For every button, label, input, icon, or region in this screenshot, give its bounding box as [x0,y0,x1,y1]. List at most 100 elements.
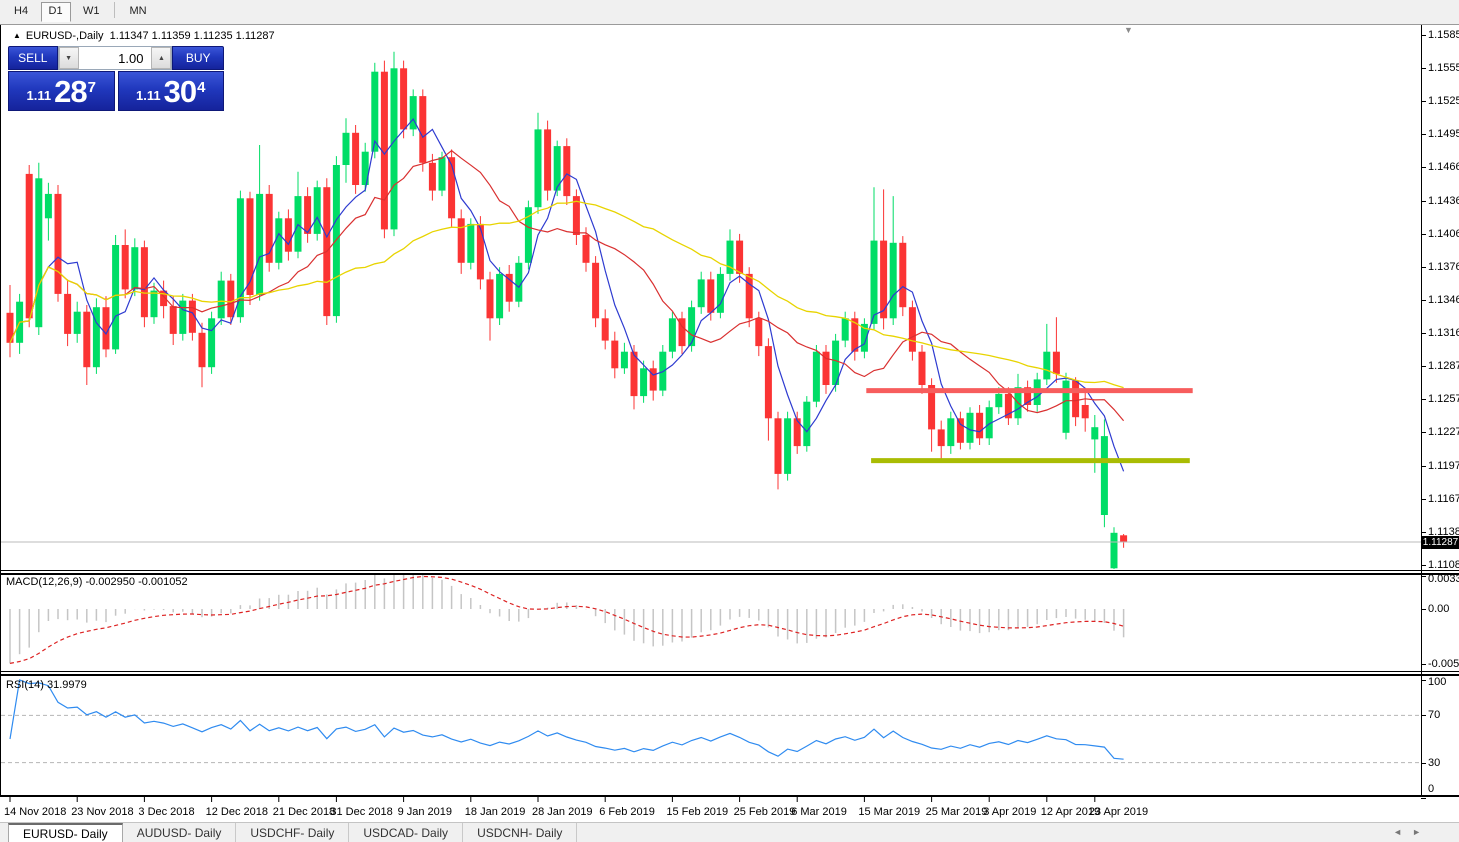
axis-label: 0.00 [1428,603,1449,615]
date-label: 25 Mar 2019 [926,806,988,818]
axis-label: 70 [1428,709,1440,721]
axis-tick [1421,35,1426,36]
bid-price-tag: 1.11287 [1422,536,1459,549]
rsi-indicator-label: RSI(14) 31.9979 [6,679,87,691]
axis-tick [1421,664,1426,665]
sell-price-button[interactable]: 1.11 28 7 [8,71,115,111]
date-label: 9 Jan 2019 [398,806,452,818]
axis-label: 1.11080 [1428,559,1459,571]
axis-tick [1421,466,1426,467]
axis-label: 100 [1428,676,1446,688]
axis-tick [1421,565,1426,566]
axis-label: 0.003383 [1428,573,1459,585]
symbol-tab-eurusd[interactable]: EURUSD- Daily [8,823,123,842]
axis-tick [1421,234,1426,235]
date-label: 14 Nov 2018 [4,806,66,818]
date-label: 31 Dec 2018 [330,806,392,818]
axis-label: 1.14955 [1428,128,1459,140]
chart-title: ▲EURUSD-,Daily 1.11347 1.11359 1.11235 1… [13,30,275,42]
date-label: 15 Feb 2019 [666,806,728,818]
axis-label: 1.14360 [1428,195,1459,207]
rsi-line [10,680,1124,759]
axis-label: 1.13765 [1428,261,1459,273]
date-label: 18 Jan 2019 [465,806,526,818]
axis-tick [1421,267,1426,268]
axis-tick [1421,167,1426,168]
sell-price-pips: 28 [54,77,86,107]
axis-tick [1421,499,1426,500]
axis-label: 1.14060 [1428,228,1459,240]
axis-tick [1421,798,1426,799]
symbol-tab-audusd[interactable]: AUDUSD- Daily [123,823,237,842]
macd-pane-top-border[interactable] [0,573,1459,575]
axis-tick [1421,68,1426,69]
macd-histogram [10,575,1124,663]
price-chart[interactable] [0,0,1459,842]
symbol-tab-bar: EURUSD- Daily AUDUSD- Daily USDCHF- Dail… [0,822,1459,842]
collapse-triangle-icon[interactable]: ▲ [13,31,21,40]
axis-label: 1.12570 [1428,393,1459,405]
macd-indicator-label: MACD(12,26,9) -0.002950 -0.001052 [6,576,188,588]
axis-tick [1421,333,1426,334]
axis-tick [1421,399,1426,400]
macd-signal-line [10,577,1124,664]
lot-size-input[interactable]: 1.00 [79,47,152,69]
axis-label: 30 [1428,757,1440,769]
lot-increase-button[interactable]: ▲ [151,47,171,69]
axis-label: 1.15850 [1428,29,1459,41]
axis-tick [1421,532,1426,533]
symbol-tab-usdcnh[interactable]: USDCNH- Daily [463,823,577,842]
axis-label: 1.11675 [1428,493,1459,505]
axis-tick [1421,763,1426,764]
axis-tick [1421,201,1426,202]
candles [7,52,1128,569]
axis-tick [1421,366,1426,367]
buy-price-prefix: 1.11 [136,88,161,103]
lot-decrease-button[interactable]: ▼ [59,47,79,69]
date-label: 25 Feb 2019 [734,806,796,818]
sell-price-point: 7 [88,79,96,96]
chart-shift-marker-icon[interactable]: ▼ [1124,25,1133,35]
date-label: 12 Dec 2018 [206,806,268,818]
date-label: 28 Jan 2019 [532,806,593,818]
date-label: 23 Nov 2018 [71,806,133,818]
symbol-tab-usdcad[interactable]: USDCAD- Daily [349,823,463,842]
buy-button[interactable]: BUY [172,46,224,70]
sell-price-prefix: 1.11 [27,88,52,103]
axis-label: -0.005663 [1428,658,1459,670]
lot-size-box: ▼ 1.00 ▲ [58,46,173,70]
buy-price-button[interactable]: 1.11 30 4 [118,71,225,111]
date-label: 6 Feb 2019 [599,806,655,818]
axis-tick [1421,101,1426,102]
chart-symbol-label: EURUSD-,Daily [26,30,104,42]
macd-pane-bottom-border [0,671,1459,672]
axis-tick [1421,576,1426,577]
axis-tick [1421,680,1426,681]
symbol-tab-usdchf[interactable]: USDCHF- Daily [236,823,349,842]
scroll-right-arrow-icon[interactable]: ► [1412,827,1431,837]
terminal-window: H4 D1 W1 MN ▲EURUSD-,Daily 1.11347 1.113… [0,0,1459,842]
chart-left-border [0,25,1,796]
date-label: 21 Dec 2018 [273,806,335,818]
buy-price-pips: 30 [164,77,196,107]
axis-label: 1.13465 [1428,294,1459,306]
axis-tick [1421,134,1426,135]
axis-label: 1.15255 [1428,95,1459,107]
rsi-pane-bottom-border [0,795,1459,797]
date-label: 3 Apr 2019 [983,806,1036,818]
rsi-pane-top-border[interactable] [0,674,1459,676]
date-label: 23 Apr 2019 [1089,806,1148,818]
one-click-trading-panel: SELL ▼ 1.00 ▲ BUY 1.11 28 7 1.11 30 [8,46,224,111]
axis-label: 1.13165 [1428,327,1459,339]
axis-label: 1.15550 [1428,62,1459,74]
date-label: 15 Mar 2019 [858,806,920,818]
axis-label: 1.12870 [1428,360,1459,372]
axis-tick [1421,432,1426,433]
axis-label: 1.11975 [1428,460,1459,472]
date-label: 3 Dec 2018 [138,806,194,818]
sell-button[interactable]: SELL [8,46,58,70]
scroll-left-arrow-icon[interactable]: ◄ [1393,827,1412,837]
axis-tick [1421,609,1426,610]
axis-tick [1421,715,1426,716]
buy-price-point: 4 [197,79,205,96]
